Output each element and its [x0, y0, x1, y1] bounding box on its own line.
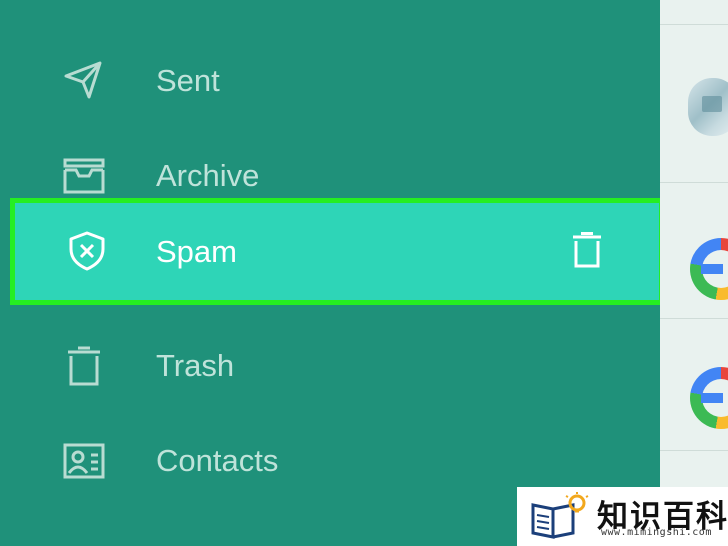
drawer-item-label: Spam: [156, 234, 237, 269]
divider: [660, 318, 728, 319]
shield-x-icon: [65, 231, 109, 271]
drawer-item-trash[interactable]: Trash: [0, 318, 660, 414]
paper-plane-icon: [62, 61, 106, 101]
drawer-item-spam[interactable]: Spam: [10, 198, 664, 305]
watermark-url: www.mimingshi.com: [601, 527, 712, 538]
drawer-item-sent[interactable]: Sent: [0, 33, 660, 129]
book-lightbulb-icon: [529, 491, 591, 541]
drawer-item-label: Sent: [156, 63, 220, 98]
trash-icon: [62, 346, 106, 386]
google-logo-bar: [701, 264, 723, 274]
message-thumbnail: [688, 78, 728, 136]
divider: [660, 24, 728, 25]
drawer-item-label: Trash: [156, 348, 235, 383]
drawer-item-label: Contacts: [156, 443, 279, 478]
watermark-logo: 知识百科 www.mimingshi.com: [517, 487, 728, 546]
archive-box-icon: [62, 156, 106, 196]
divider: [660, 182, 728, 183]
message-list-peek[interactable]: [660, 0, 728, 546]
google-logo-bar: [701, 393, 723, 403]
contact-card-icon: [62, 441, 106, 481]
drawer-item-top-partial[interactable]: [0, 0, 660, 20]
divider: [660, 450, 728, 451]
empty-spam-trash-icon[interactable]: [571, 232, 603, 268]
